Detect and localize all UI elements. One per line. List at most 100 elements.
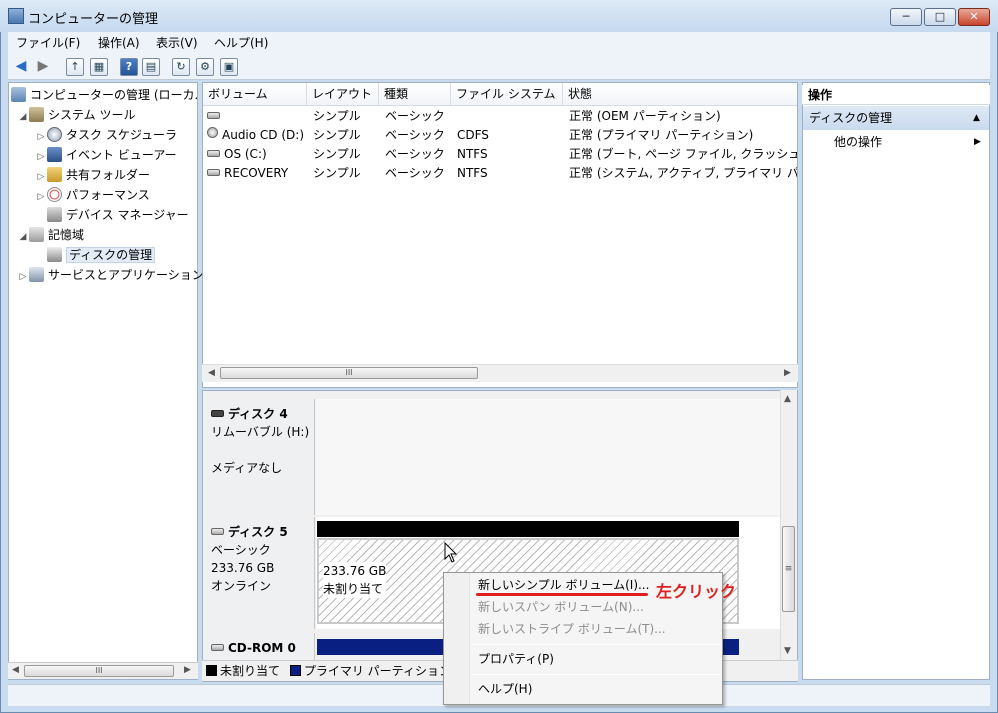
window-title: コンピューターの管理 xyxy=(28,12,159,27)
menu-help[interactable]: ヘルプ(H) xyxy=(478,679,532,699)
tree-item-root[interactable]: コンピューターの管理 (ローカル) xyxy=(11,85,197,105)
unallocated-bar xyxy=(317,521,739,537)
tree-item-storage[interactable]: ◢ 記憶域 xyxy=(17,225,203,245)
collapsed-arrow-icon[interactable]: ▷ xyxy=(35,187,47,205)
column-volume[interactable]: ボリューム xyxy=(203,83,307,106)
submenu-arrow-icon: ▶ xyxy=(974,137,981,147)
disk-scroll-thumb[interactable]: ≡ xyxy=(782,526,795,612)
disk-vertical-scrollbar[interactable]: ▲ ▼ xyxy=(780,390,797,660)
cell-status: 正常 (システム, アクティブ, プライマリ パーティション) xyxy=(569,166,797,180)
show-tree-icon[interactable]: ▦ xyxy=(90,58,108,76)
title-bar[interactable]: コンピューターの管理 ─ □ ✕ xyxy=(0,0,998,32)
properties-icon[interactable]: ⚙ xyxy=(196,58,214,76)
tree-item-system-tools[interactable]: ◢ システム ツール xyxy=(17,105,203,125)
column-filesystem[interactable]: ファイル システム xyxy=(451,83,563,106)
console-tree: コンピューターの管理 (ローカル) ◢ システム ツール ▷ タスク スケジューラ … xyxy=(8,82,203,680)
context-menu-gutter xyxy=(444,573,470,704)
tree-item-services[interactable]: ▷ サービスとアプリケーション xyxy=(17,265,203,285)
computer-management-icon xyxy=(8,8,24,24)
annotation-label: 左クリック xyxy=(656,582,737,601)
event-viewer-icon xyxy=(47,147,62,162)
disk-management-icon xyxy=(47,247,62,262)
refresh-icon[interactable]: ↻ xyxy=(172,58,190,76)
expanded-arrow-icon[interactable]: ◢ xyxy=(17,227,29,245)
cell-type: ベーシック xyxy=(385,166,445,180)
minimize-button[interactable]: ─ xyxy=(890,8,922,26)
legend-primary: プライマリ パーティション xyxy=(303,664,451,678)
collapsed-arrow-icon[interactable]: ▷ xyxy=(35,167,47,185)
tools-icon xyxy=(29,107,44,122)
menu-new-spanned-volume[interactable]: 新しいスパン ボリューム(N)... xyxy=(478,597,644,617)
volume-icon xyxy=(207,112,220,119)
menu-properties[interactable]: プロパティ(P) xyxy=(478,649,554,669)
cell-type: ベーシック xyxy=(385,147,445,161)
collapsed-arrow-icon[interactable]: ▷ xyxy=(17,267,29,285)
menu-new-simple-volume[interactable]: 新しいシンプル ボリューム(I)... xyxy=(478,575,649,595)
table-row[interactable]: RECOVERY シンプル ベーシック NTFS 正常 (システム, アクティブ… xyxy=(203,164,797,183)
help-icon[interactable]: ? xyxy=(120,58,138,76)
scroll-left-icon[interactable]: ◀ xyxy=(12,665,19,675)
tree-item-performance[interactable]: ▷ パフォーマンス xyxy=(35,185,221,205)
column-status[interactable]: 状態 xyxy=(563,83,797,106)
tree-item-shared-folders[interactable]: ▷ 共有フォルダー xyxy=(35,165,221,185)
volume-icon xyxy=(207,169,220,176)
cell-layout: シンプル xyxy=(313,109,361,123)
table-row[interactable]: OS (C:) シンプル ベーシック NTFS 正常 (ブート, ページ ファイ… xyxy=(203,145,797,164)
menu-file[interactable]: ファイル(F) xyxy=(16,34,80,51)
cd-icon xyxy=(207,127,218,138)
partition-info: 233.76 GB 未割り当て xyxy=(323,562,387,598)
tree-item-task-scheduler[interactable]: ▷ タスク スケジューラ xyxy=(35,125,221,145)
unallocated-swatch xyxy=(206,665,217,676)
actions-pane xyxy=(802,82,990,680)
table-row[interactable]: シンプル ベーシック 正常 (OEM パーティション) xyxy=(203,107,797,126)
cell-type: ベーシック xyxy=(385,128,445,142)
tree-item-event-viewer[interactable]: ▷ イベント ビューアー xyxy=(35,145,221,165)
back-arrow-icon[interactable]: ◀ xyxy=(12,58,30,76)
disk-icon xyxy=(211,528,224,535)
forward-arrow-icon[interactable]: ▶ xyxy=(34,58,52,76)
collapse-arrow-icon[interactable]: ▲ xyxy=(973,106,980,130)
disk-4-label[interactable]: ディスク 4 リムーバブル (H:) メディアなし xyxy=(203,399,315,515)
computer-icon xyxy=(11,87,26,102)
up-folder-icon[interactable]: ↑ xyxy=(66,58,84,76)
maximize-button[interactable]: □ xyxy=(924,8,956,26)
scroll-right-icon[interactable]: ▶ xyxy=(184,665,191,675)
performance-icon xyxy=(47,187,62,202)
actions-header: 操作 xyxy=(802,85,990,105)
collapsed-arrow-icon[interactable]: ▷ xyxy=(35,127,47,145)
actions-more[interactable]: 他の操作 ▶ xyxy=(834,133,981,151)
disk-5-label[interactable]: ディスク 5 ベーシック 233.76 GB オンライン xyxy=(203,517,315,629)
tree-scroll-thumb[interactable]: III xyxy=(24,665,174,677)
menu-help[interactable]: ヘルプ(H) xyxy=(214,34,268,51)
volume-icon xyxy=(207,150,220,157)
annotation-underline xyxy=(476,593,648,596)
column-type[interactable]: 種類 xyxy=(379,83,451,106)
menu-new-striped-volume[interactable]: 新しいストライプ ボリューム(T)... xyxy=(478,619,666,639)
cdrom-label[interactable]: CD-ROM 0 xyxy=(203,633,315,663)
scroll-up-icon[interactable]: ▲ xyxy=(784,394,791,404)
primary-swatch xyxy=(289,665,301,676)
clock-icon xyxy=(47,127,62,142)
collapsed-arrow-icon[interactable]: ▷ xyxy=(35,147,47,165)
table-row[interactable]: Audio CD (D:) シンプル ベーシック CDFS 正常 (プライマリ … xyxy=(203,126,797,145)
export-list-icon[interactable]: ▣ xyxy=(220,58,238,76)
actions-disk-management[interactable]: ディスクの管理 ▲ xyxy=(803,106,989,130)
expanded-arrow-icon[interactable]: ◢ xyxy=(17,107,29,125)
storage-icon xyxy=(29,227,44,242)
menu-action[interactable]: 操作(A) xyxy=(98,34,140,51)
device-manager-icon xyxy=(47,207,62,222)
show-action-pane-icon[interactable]: ▤ xyxy=(142,58,160,76)
list-scroll-thumb[interactable]: III xyxy=(220,367,478,379)
scroll-left-icon[interactable]: ◀ xyxy=(208,368,215,378)
removable-disk-icon xyxy=(211,410,224,417)
close-button[interactable]: ✕ xyxy=(958,8,990,26)
tree-horizontal-scrollbar[interactable]: ◀ III ▶ xyxy=(8,662,198,679)
column-layout[interactable]: レイアウト xyxy=(307,83,379,106)
cd-drive-icon xyxy=(211,644,224,651)
cell-status: 正常 (ブート, ページ ファイル, クラッシュ ダンプ xyxy=(569,147,797,161)
scroll-down-icon[interactable]: ▼ xyxy=(784,646,791,656)
menu-view[interactable]: 表示(V) xyxy=(156,34,198,51)
scroll-right-icon[interactable]: ▶ xyxy=(784,368,791,378)
cell-status: 正常 (プライマリ パーティション) xyxy=(569,128,754,142)
cell-status: 正常 (OEM パーティション) xyxy=(569,109,721,123)
